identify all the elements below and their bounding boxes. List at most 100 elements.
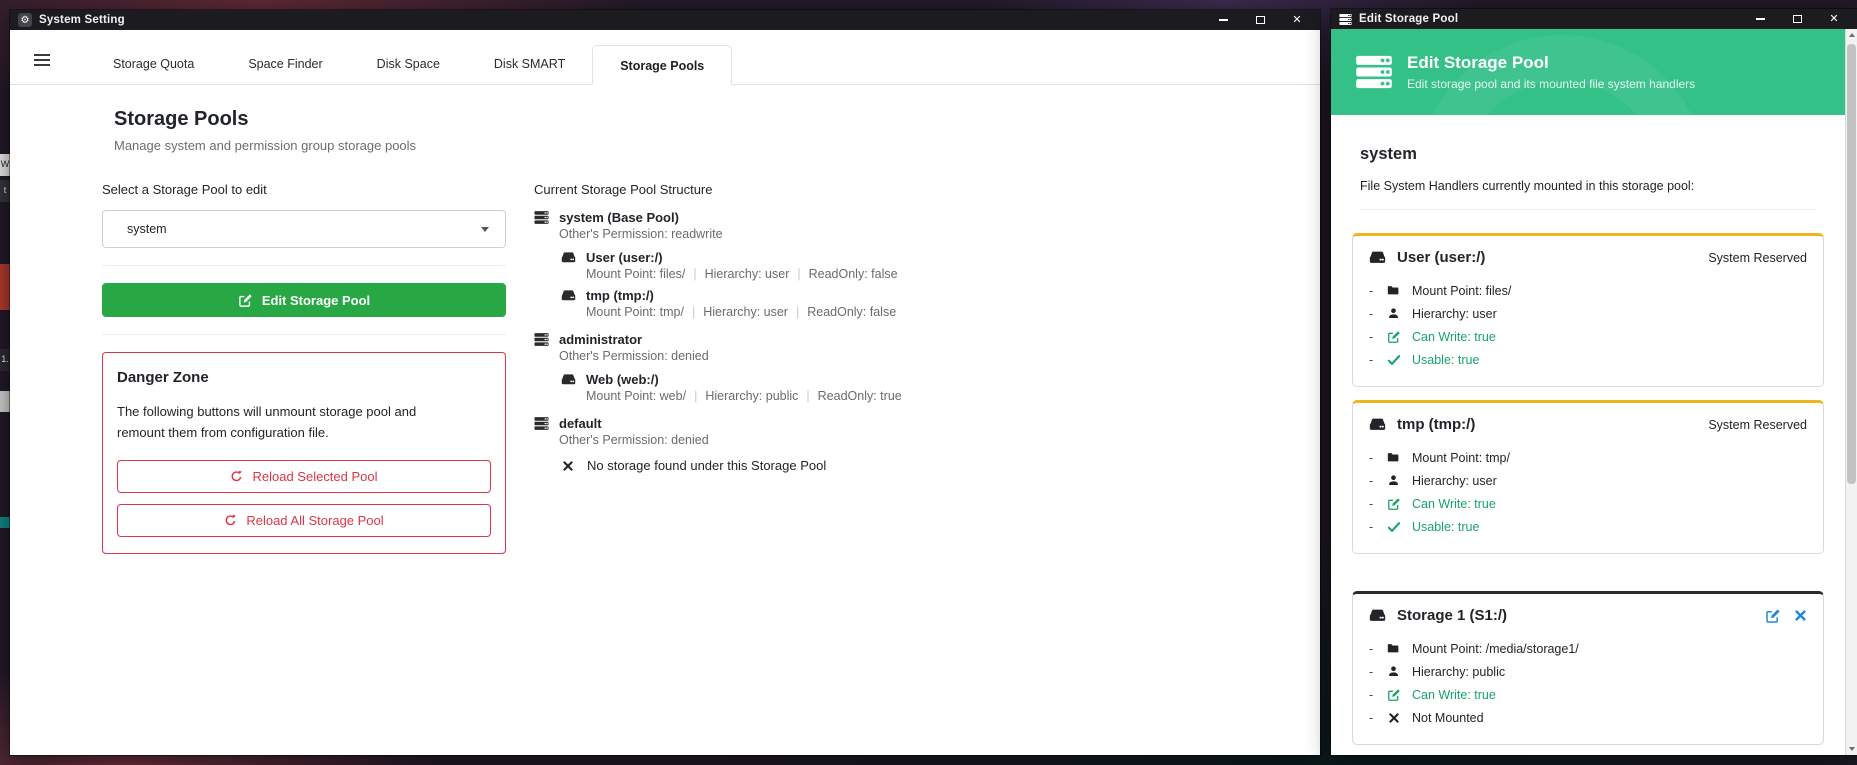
handlers-description: File System Handlers currently mounted i…	[1360, 179, 1816, 193]
hdd-icon	[1369, 607, 1386, 624]
times-icon	[562, 460, 574, 472]
hdd-icon	[1369, 416, 1386, 433]
mount-entry: Web (web:/) Mount Point: web/|Hierarchy:…	[561, 372, 1154, 403]
handler-card-user: User (user:/) System Reserved -Mount Poi…	[1352, 233, 1824, 387]
reload-all-pools-label: Reload All Storage Pool	[246, 513, 383, 528]
person-icon	[1387, 474, 1400, 487]
window-title: System Setting	[39, 14, 125, 26]
tab-disk-space[interactable]: Disk Space	[350, 44, 467, 84]
storage-pool-structure: Current Storage Pool Structure system (B…	[534, 182, 1154, 486]
tab-storage-quota[interactable]: Storage Quota	[86, 44, 221, 84]
structure-title: Current Storage Pool Structure	[534, 182, 1154, 197]
hdd-icon	[561, 250, 576, 265]
hdd-icon	[1369, 249, 1386, 266]
handler-detail: -Can Write: true	[1369, 325, 1807, 348]
pool-name: system (Base Pool)	[559, 210, 679, 225]
minimize-icon	[1756, 18, 1765, 20]
folder-icon	[1387, 642, 1400, 655]
person-icon	[1387, 307, 1400, 320]
folder-icon	[1387, 284, 1400, 297]
scroll-up-arrow[interactable]	[1846, 29, 1857, 41]
mount-details: Mount Point: tmp/|Hierarchy: user|ReadOn…	[586, 305, 1154, 319]
select-pool-label: Select a Storage Pool to edit	[102, 182, 506, 197]
handler-title: Storage 1 (S1:/)	[1397, 607, 1507, 624]
tab-disk-smart[interactable]: Disk SMART	[467, 44, 592, 84]
times-icon	[1388, 712, 1400, 724]
handler-detail: -Hierarchy: user	[1369, 302, 1807, 325]
selected-pool-value: system	[127, 222, 167, 236]
scrollbar-thumb[interactable]	[1847, 44, 1856, 484]
handler-detail: -Can Write: true	[1369, 683, 1807, 706]
handler-detail: -Mount Point: files/	[1369, 279, 1807, 302]
server-rack-icon	[534, 332, 549, 347]
maximize-button[interactable]	[1790, 12, 1804, 26]
remove-handler-button[interactable]	[1794, 609, 1807, 622]
minimize-button[interactable]	[1216, 13, 1230, 27]
handler-detail: -Hierarchy: user	[1369, 469, 1807, 492]
handler-detail: -Not Mounted	[1369, 706, 1807, 729]
handler-detail: -Mount Point: tmp/	[1369, 446, 1807, 469]
minimize-icon	[1219, 19, 1228, 21]
refresh-icon	[224, 514, 237, 527]
storage-pool-select[interactable]: system	[102, 210, 506, 248]
close-button[interactable]: ✕	[1290, 13, 1304, 27]
server-icon	[1339, 13, 1352, 26]
maximize-icon	[1793, 15, 1802, 23]
system-reserved-badge: System Reserved	[1708, 418, 1807, 432]
divider	[1360, 209, 1816, 210]
edit-icon	[1387, 688, 1401, 702]
close-button[interactable]: ✕	[1827, 12, 1841, 26]
scrollbar[interactable]	[1845, 29, 1857, 755]
handler-detail: -Usable: true	[1369, 348, 1807, 371]
pool-name-heading: system	[1360, 145, 1845, 164]
handler-detail: -Usable: true	[1369, 515, 1807, 538]
server-rack-icon	[534, 416, 549, 431]
mount-name: tmp (tmp:/)	[586, 288, 654, 303]
person-icon	[1387, 665, 1400, 678]
handler-title: User (user:/)	[1397, 249, 1485, 266]
background-fragment: W	[0, 154, 10, 176]
reload-selected-pool-button[interactable]: Reload Selected Pool	[117, 460, 491, 493]
handler-detail: -Mount Point: /media/storage1/	[1369, 637, 1807, 660]
page-subtitle: Manage system and permission group stora…	[114, 138, 416, 153]
background-fragment: t	[0, 180, 10, 202]
background-fragment	[0, 517, 10, 528]
tree-pool-administrator: administrator Other's Permission: denied…	[534, 332, 1154, 403]
system-setting-titlebar: ⚙ System Setting ✕	[10, 10, 1320, 30]
handler-card-tmp: tmp (tmp:/) System Reserved -Mount Point…	[1352, 400, 1824, 554]
mount-entry: User (user:/) Mount Point: files/|Hierar…	[561, 250, 1154, 281]
divider	[102, 334, 506, 335]
system-reserved-badge: System Reserved	[1708, 251, 1807, 265]
hdd-icon	[561, 372, 576, 387]
check-icon	[1387, 520, 1401, 534]
pool-permission: Other's Permission: denied	[559, 433, 1154, 447]
edit-icon	[1387, 497, 1401, 511]
maximize-button[interactable]	[1253, 13, 1267, 27]
edit-icon	[238, 293, 253, 308]
tree-pool-system: system (Base Pool) Other's Permission: r…	[534, 210, 1154, 319]
edit-storage-pool-label: Edit Storage Pool	[262, 293, 370, 308]
reload-selected-pool-label: Reload Selected Pool	[252, 469, 377, 484]
background-fragment	[0, 391, 10, 412]
close-icon: ✕	[1829, 14, 1838, 25]
tab-space-finder[interactable]: Space Finder	[221, 44, 349, 84]
storage-pools-page: Storage Pools Manage system and permissi…	[10, 86, 1320, 755]
tab-bar: Storage Quota Space Finder Disk Space Di…	[10, 30, 1320, 85]
pool-permission: Other's Permission: denied	[559, 349, 1154, 363]
mount-entry: tmp (tmp:/) Mount Point: tmp/|Hierarchy:…	[561, 288, 1154, 319]
minimize-button[interactable]	[1753, 12, 1767, 26]
mount-details: Mount Point: files/|Hierarchy: user|Read…	[586, 267, 1154, 281]
edit-handler-button[interactable]	[1765, 608, 1781, 624]
system-setting-window: ⚙ System Setting ✕ Storage Quota Space F…	[10, 10, 1320, 755]
scroll-down-arrow[interactable]	[1846, 743, 1857, 755]
pool-name: default	[559, 416, 602, 431]
tree-pool-default: default Other's Permission: denied No st…	[534, 416, 1154, 473]
menu-icon[interactable]	[34, 54, 50, 66]
empty-pool-message: No storage found under this Storage Pool	[562, 458, 1154, 473]
edit-storage-pool-button[interactable]: Edit Storage Pool	[102, 283, 506, 317]
danger-zone-title: Danger Zone	[117, 369, 491, 386]
window-title: Edit Storage Pool	[1359, 13, 1458, 25]
tab-storage-pools[interactable]: Storage Pools	[592, 45, 732, 85]
handler-detail: -Can Write: true	[1369, 492, 1807, 515]
reload-all-pools-button[interactable]: Reload All Storage Pool	[117, 504, 491, 537]
